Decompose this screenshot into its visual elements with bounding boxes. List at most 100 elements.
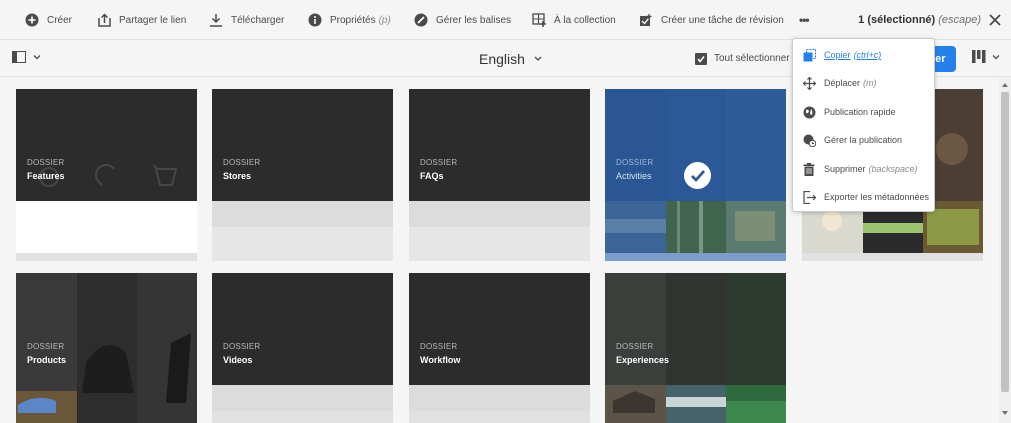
card-view-icon	[972, 50, 986, 63]
rail-toggle-button[interactable]	[12, 51, 42, 63]
copy-icon	[802, 48, 816, 62]
globe-clock-icon	[802, 133, 816, 147]
scroll-up-icon[interactable]	[1001, 81, 1009, 89]
folder-card-videos[interactable]: DOSSIER Videos	[212, 273, 393, 423]
select-all-label: Tout sélectionner	[714, 53, 790, 64]
card-footer	[409, 227, 590, 261]
close-selection-button[interactable]	[987, 12, 1003, 28]
scroll-down-icon[interactable]	[1001, 409, 1009, 417]
close-icon	[989, 14, 1001, 26]
folder-card-products[interactable]: DOSSIER Products	[16, 273, 197, 423]
card-type: DOSSIER	[616, 158, 654, 167]
card-info: DOSSIER Videos	[223, 342, 260, 365]
download-icon	[208, 12, 224, 28]
download-action[interactable]: Télécharger	[208, 0, 284, 40]
card-info: DOSSIER Features	[27, 158, 65, 181]
add-circle-icon	[24, 12, 40, 28]
menu-item-copy[interactable]: Copier (ctrl+c)	[793, 41, 934, 69]
card-title: Features	[27, 171, 65, 181]
card-info: DOSSIER FAQs	[420, 158, 457, 181]
selected-check[interactable]	[684, 162, 711, 189]
card-info: DOSSIER Products	[27, 342, 66, 365]
selection-count-label: 1 (sélectionné)	[858, 14, 936, 26]
card-lower	[409, 201, 590, 227]
checkbox-icon	[695, 52, 707, 65]
folder-card-features[interactable]: DOSSIER Features	[16, 89, 197, 261]
folder-card-experiences[interactable]: DOSSIER Experiences	[605, 273, 786, 423]
menu-item-move[interactable]: Déplacer (m)	[793, 69, 934, 97]
create-label: Créer	[47, 14, 73, 26]
copy-shortcut: (ctrl+c)	[853, 50, 882, 60]
add-to-collection-label: À la collection	[554, 14, 616, 26]
menu-item-quick-publish[interactable]: Publication rapide	[793, 98, 934, 126]
add-to-collection-action[interactable]: À la collection	[531, 0, 616, 40]
menu-item-export-metadata[interactable]: Exporter les métadonnées	[793, 183, 934, 211]
collection-add-icon	[531, 12, 547, 28]
card-title: FAQs	[420, 171, 444, 181]
folder-card-faqs[interactable]: DOSSIER FAQs	[409, 89, 590, 261]
folder-card-activities[interactable]: DOSSIER Activities	[605, 89, 786, 261]
escape-hint: (escape)	[938, 14, 981, 26]
card-white-area	[16, 201, 197, 253]
download-label: Télécharger	[231, 14, 285, 26]
feature-icons-thumbnail	[39, 164, 178, 187]
properties-shortcut: (p)	[378, 14, 391, 26]
create-review-task-action[interactable]: Créer une tâche de révision	[638, 0, 784, 40]
create-review-task-label: Créer une tâche de révision	[661, 14, 784, 26]
delete-shortcut: (backspace)	[868, 164, 918, 174]
export-metadata-label: Exporter les métadonnées	[824, 192, 930, 202]
folder-thumbnail	[16, 89, 197, 201]
delete-label: Supprimer	[824, 164, 866, 174]
view-switcher[interactable]	[972, 50, 1001, 63]
share-link-action[interactable]: Partager le lien	[96, 0, 186, 40]
move-label: Déplacer	[824, 78, 861, 88]
scrollbar-thumb[interactable]	[1001, 92, 1009, 392]
folder-thumbnail	[409, 89, 590, 201]
card-info: DOSSIER Experiences	[616, 342, 669, 365]
language-label: English	[479, 50, 525, 67]
card-footer	[802, 253, 983, 261]
card-title: Stores	[223, 171, 252, 181]
card-title: Products	[27, 355, 67, 365]
share-icon	[96, 12, 112, 28]
manage-tags-label: Gérer les balises	[436, 14, 512, 26]
checkmark-icon	[690, 169, 705, 182]
chevron-down-icon	[534, 56, 542, 61]
info-icon	[307, 12, 323, 28]
card-lower	[212, 385, 393, 411]
folder-card-workflow[interactable]: DOSSIER Workflow	[409, 273, 590, 423]
selection-count: 1 (sélectionné) (escape)	[858, 0, 981, 40]
card-image-strip	[605, 201, 786, 253]
card-type: DOSSIER	[223, 342, 261, 351]
folder-card-stores[interactable]: DOSSIER Stores	[212, 89, 393, 261]
export-icon	[802, 190, 816, 204]
properties-action[interactable]: Propriétés (p)	[307, 0, 391, 40]
copy-label: Copier	[824, 50, 851, 60]
select-all-button[interactable]: Tout sélectionner	[694, 40, 790, 77]
card-title: Workflow	[420, 355, 461, 365]
properties-label: Propriétés	[330, 14, 376, 26]
menu-item-delete[interactable]: Supprimer (backspace)	[793, 155, 934, 183]
folder-thumbnail	[212, 273, 393, 385]
card-info: DOSSIER Workflow	[420, 342, 460, 365]
card-lower	[212, 201, 393, 227]
review-task-icon	[638, 12, 654, 28]
chevron-down-icon	[33, 55, 41, 60]
create-action[interactable]: Créer	[24, 0, 72, 40]
rail-icon	[12, 51, 26, 63]
move-shortcut: (m)	[863, 78, 877, 88]
menu-item-manage-publication[interactable]: Gérer la publication	[793, 126, 934, 154]
card-type: DOSSIER	[27, 158, 65, 167]
action-bar: Créer Partager le lien Télécharger Propr…	[0, 0, 1011, 40]
card-lower	[409, 385, 590, 411]
manage-tags-action[interactable]: Gérer les balises	[413, 0, 511, 40]
card-type: DOSSIER	[223, 158, 261, 167]
card-title: Experiences	[616, 355, 670, 365]
folder-thumbnail	[212, 89, 393, 201]
more-actions-menu: Copier (ctrl+c) Déplacer (m) Publication…	[792, 38, 935, 212]
more-actions-button[interactable]: •••	[799, 0, 810, 40]
card-footer	[605, 253, 786, 261]
vertical-scrollbar[interactable]	[999, 78, 1011, 423]
share-link-label: Partager le lien	[119, 14, 187, 26]
language-dropdown[interactable]: English	[479, 40, 543, 77]
